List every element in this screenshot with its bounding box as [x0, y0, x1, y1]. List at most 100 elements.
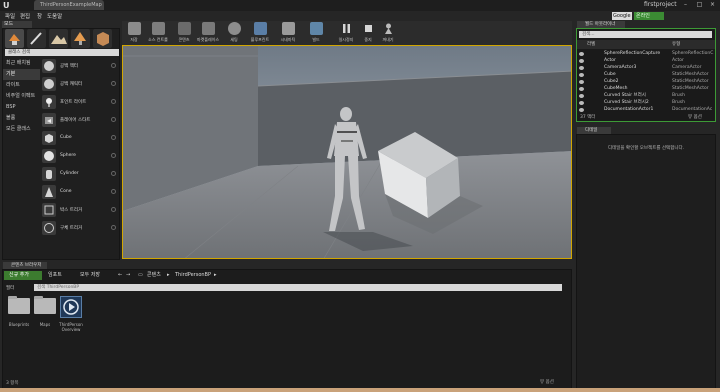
eye-icon[interactable]: [579, 94, 584, 98]
category-bsp[interactable]: BSP: [3, 102, 40, 113]
placeable-empty-character[interactable]: 공백 캐릭터: [40, 76, 119, 93]
source-control-label: 소스 컨트롤: [148, 37, 168, 42]
eye-icon[interactable]: [579, 52, 584, 56]
eye-icon[interactable]: [579, 87, 584, 91]
back-arrow-icon[interactable]: ←: [118, 271, 122, 280]
item-count: 3 항목: [6, 381, 19, 386]
help-search-input[interactable]: Google: [612, 12, 632, 20]
placeable-cylinder[interactable]: Cylinder: [40, 166, 119, 183]
view-options-button[interactable]: 뷰 옵션: [540, 379, 554, 385]
content-button[interactable]: 콘텐츠: [174, 21, 194, 45]
menu-edit[interactable]: 편집: [20, 12, 30, 20]
placeable-box-trigger[interactable]: 박스 트리거: [40, 202, 119, 219]
pause-icon: [340, 22, 353, 35]
content-icon: [178, 22, 191, 35]
placeable-label: 플레이어 스타트: [60, 118, 91, 123]
placeable-cone[interactable]: Cone: [40, 184, 119, 201]
foliage-mode-icon[interactable]: [71, 29, 90, 48]
folder-icon: ▭: [138, 272, 143, 278]
eye-icon[interactable]: [579, 101, 584, 105]
details-tab[interactable]: 디테일: [577, 127, 611, 134]
category-all-classes[interactable]: 모든 클래스: [3, 124, 40, 135]
project-name: firstproject: [644, 1, 677, 8]
landscape-mode-icon[interactable]: [49, 29, 68, 48]
player-start-icon: [42, 113, 56, 127]
gear-icon: [228, 22, 241, 35]
maximize-icon[interactable]: □: [694, 0, 705, 9]
info-icon: [111, 135, 116, 140]
geometry-mode-icon[interactable]: [93, 29, 112, 48]
eject-icon: [382, 22, 395, 35]
placeable-label: 공백 액터: [60, 64, 78, 69]
row-type: DocumentationAc: [672, 107, 713, 112]
import-button[interactable]: 임포트: [48, 271, 62, 280]
placeable-empty-actor[interactable]: 공백 액터: [40, 58, 119, 75]
level-viewport[interactable]: [122, 45, 572, 259]
eye-icon[interactable]: [579, 80, 584, 84]
marketplace-button[interactable]: 마켓플레이스: [197, 21, 219, 45]
save-all-button[interactable]: 모두 저장: [80, 271, 100, 280]
blueprints-button[interactable]: 블루프린트: [250, 21, 270, 45]
placeable-sphere-trigger[interactable]: 구체 트리거: [40, 220, 119, 237]
document-tab[interactable]: ThirdPersonExampleMap: [34, 0, 104, 10]
add-new-button[interactable]: 신규 추가: [4, 271, 42, 280]
content-search-input[interactable]: 검색 ThirdPersonBP: [34, 284, 562, 291]
column-label[interactable]: 라벨: [587, 40, 595, 49]
eject-button[interactable]: 꺼내기: [378, 21, 398, 45]
category-recent[interactable]: 최근 배치됨: [3, 58, 40, 69]
paint-mode-icon[interactable]: [27, 29, 46, 48]
content-browser-tab[interactable]: 콘텐츠 브라우저: [3, 262, 47, 269]
category-volumes[interactable]: 볼륨: [3, 113, 40, 124]
marketplace-label: 마켓플레이스: [196, 37, 220, 42]
actor-count: 37 액터: [580, 115, 596, 120]
asset-label: ThirdPerson Overview: [59, 322, 83, 332]
menu-file[interactable]: 파일: [5, 12, 15, 20]
minimize-icon[interactable]: –: [680, 0, 691, 9]
place-mode-icon[interactable]: [5, 29, 24, 48]
category-visual-effects[interactable]: 비주얼 이펙트: [3, 91, 40, 102]
eye-icon[interactable]: [579, 108, 584, 112]
breadcrumb-current[interactable]: ThirdPersonBP: [175, 271, 211, 280]
settings-label: 세팅: [230, 37, 238, 42]
marketplace-icon: [202, 22, 215, 35]
cinematics-button[interactable]: 시네마틱: [278, 21, 298, 45]
modes-tab[interactable]: 모드: [2, 21, 32, 28]
eye-icon[interactable]: [579, 73, 584, 77]
placeable-cube[interactable]: Cube: [40, 130, 119, 147]
eye-icon[interactable]: [579, 59, 584, 63]
placeable-player-start[interactable]: 플레이어 스타트: [40, 112, 119, 129]
placeable-sphere[interactable]: Sphere: [40, 148, 119, 165]
source-control-icon: [152, 22, 165, 35]
point-light-icon: [42, 95, 56, 109]
outliner-row[interactable]: DocumentationActor1 DocumentationAc: [577, 106, 715, 114]
row-name: DocumentationActor1: [604, 107, 654, 112]
menu-help[interactable]: 도움말: [47, 12, 62, 20]
outliner-search-input[interactable]: 검색...: [579, 31, 712, 38]
stop-icon: [362, 22, 375, 35]
class-search-input[interactable]: 클래스 검색: [5, 49, 119, 56]
pause-button[interactable]: 일시정지: [336, 21, 356, 45]
category-basic[interactable]: 기본: [3, 69, 40, 80]
eye-icon[interactable]: [579, 66, 584, 70]
close-icon[interactable]: ×: [707, 0, 718, 9]
placeable-point-light[interactable]: 포인트 라이트: [40, 94, 119, 111]
outliner-view-options-button[interactable]: 뷰 옵션: [688, 114, 702, 120]
empty-character-icon: [42, 77, 56, 91]
source-control-button[interactable]: 소스 컨트롤: [148, 21, 168, 45]
details-empty-message: 디테일을 확인할 오브젝트를 선택합니다.: [607, 146, 685, 151]
chevron-right-icon: ▸: [167, 272, 170, 278]
build-button[interactable]: 빌드: [306, 21, 326, 45]
category-lights[interactable]: 라이트: [3, 80, 40, 91]
save-button[interactable]: 저장: [124, 21, 144, 45]
world-outliner-tab[interactable]: 월드 아웃라이너: [577, 21, 625, 28]
breadcrumb-root[interactable]: 콘텐츠: [147, 271, 161, 280]
cinematics-label: 시네마틱: [280, 37, 296, 42]
filters-button[interactable]: 필터: [6, 285, 14, 291]
menu-window[interactable]: 창: [37, 12, 42, 20]
settings-button[interactable]: 세팅: [224, 21, 244, 45]
forward-arrow-icon[interactable]: →: [126, 271, 130, 280]
column-type[interactable]: 유형: [672, 40, 680, 49]
placeable-label: 공백 캐릭터: [60, 82, 83, 87]
info-icon: [111, 171, 116, 176]
info-icon: [111, 207, 116, 212]
